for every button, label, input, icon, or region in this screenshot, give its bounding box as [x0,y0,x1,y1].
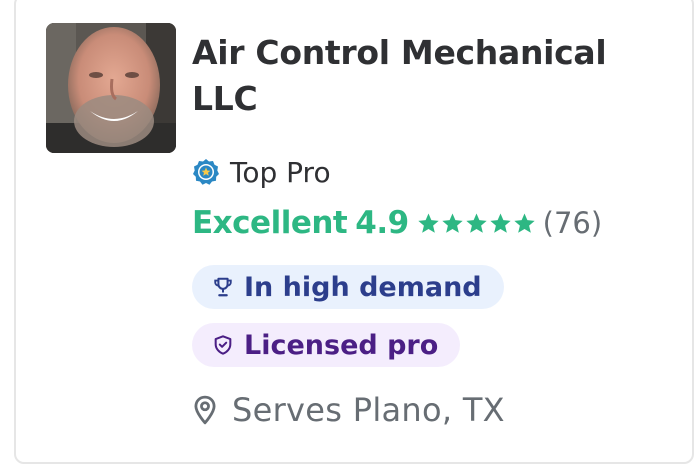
top-pro-badge-icon [192,158,220,186]
top-pro-label: Top Pro [230,155,331,189]
review-count[interactable]: (76) [543,206,603,240]
shield-check-icon [214,335,232,355]
rating-row: Excellent 4.9 (76) [192,203,602,243]
licensed-pro-badge: Licensed pro [192,323,461,367]
rating-score: 4.9 [355,205,409,241]
rating-stars [417,212,537,235]
service-area-label: Serves Plano, TX [232,391,505,429]
high-demand-badge: In high demand [192,265,504,309]
avatar[interactable] [46,23,176,153]
star-icon [466,212,487,233]
service-area: Serves Plano, TX [192,388,505,432]
trophy-icon [214,277,232,297]
high-demand-label: In high demand [244,271,482,303]
star-icon [514,212,535,233]
star-icon [442,212,463,233]
location-pin-icon [194,395,216,425]
top-pro-badge: Top Pro [192,155,331,189]
licensed-pro-label: Licensed pro [244,329,439,361]
rating-word: Excellent [192,205,348,241]
pro-name[interactable]: Air Control Mechanical LLC [192,30,672,122]
star-icon [490,212,511,233]
star-icon [418,212,439,233]
